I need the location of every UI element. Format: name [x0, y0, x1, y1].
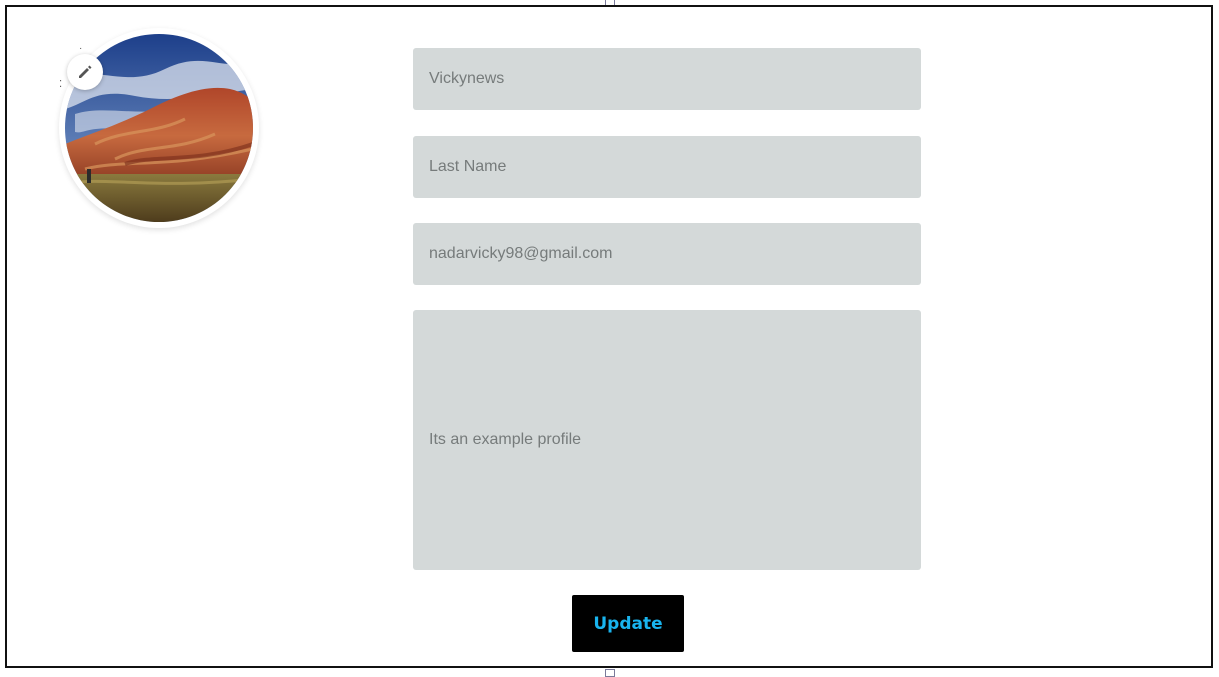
edit-avatar-button[interactable] — [67, 54, 103, 90]
pencil-icon — [79, 65, 92, 78]
last-name-field[interactable]: Last Name — [413, 136, 921, 198]
bio-value: Its an example profile — [429, 431, 582, 448]
email-field[interactable]: nadarvicky98@gmail.com — [413, 223, 921, 285]
update-button[interactable]: Update — [572, 595, 684, 652]
bio-textarea[interactable]: Its an example profile — [413, 310, 921, 570]
decorative-dots: ⁚ — [59, 79, 63, 90]
first-name-value: Vickynews — [429, 70, 505, 87]
last-name-placeholder: Last Name — [429, 158, 507, 175]
email-value: nadarvicky98@gmail.com — [429, 245, 613, 262]
first-name-field[interactable]: Vickynews — [413, 48, 921, 110]
update-button-label: Update — [593, 613, 663, 634]
resize-handle-bottom[interactable] — [605, 669, 615, 677]
decorative-dot: · — [79, 43, 83, 54]
